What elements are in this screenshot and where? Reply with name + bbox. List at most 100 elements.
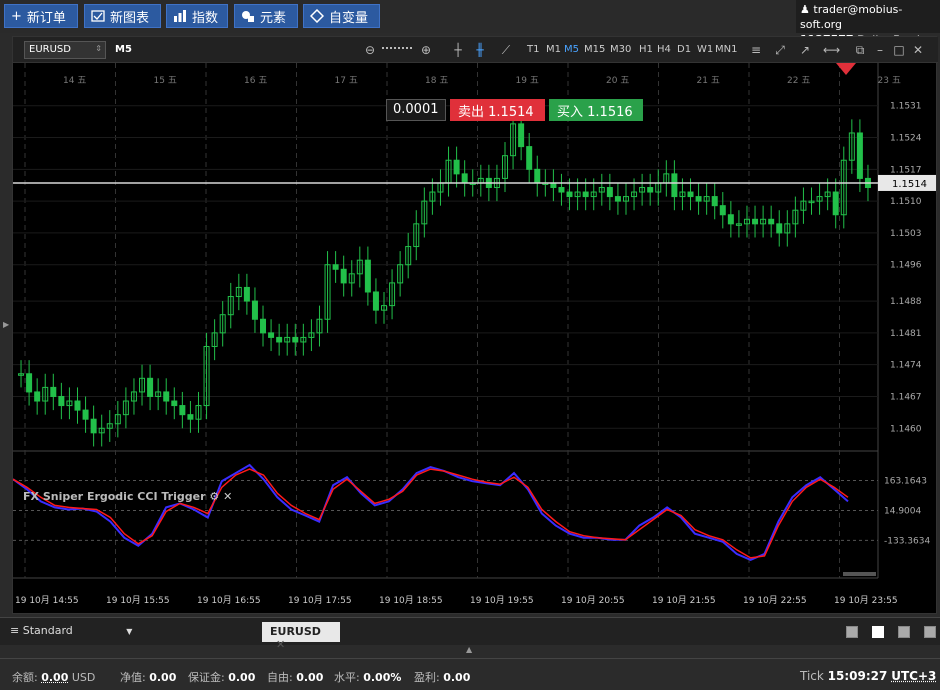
layout-grid-icon[interactable] (872, 626, 884, 638)
candle-body (647, 186, 654, 193)
account-info[interactable]: ♟ trader@mobius-soft.org 1137577 Dollar … (796, 0, 940, 46)
equity-label: 净值: (120, 671, 146, 684)
layout-selector[interactable]: ≡ Standard ▼ (10, 624, 132, 637)
timeframe-m30[interactable]: M30 (610, 44, 631, 55)
timeframe-h1[interactable]: H1 (639, 44, 653, 55)
time-axis-label: 19 10月 23:55 (834, 595, 898, 606)
quantity-input[interactable]: 0.0001 (386, 99, 446, 121)
zoom-slider[interactable] (382, 47, 412, 51)
timeframe-d1[interactable]: D1 (677, 44, 691, 55)
candle-body (832, 191, 839, 216)
timezone[interactable]: UTC+3 (891, 669, 936, 683)
zoom-in-icon[interactable]: ⊕ (419, 43, 433, 57)
elements-button[interactable]: 元素 (234, 4, 298, 28)
horizontal-line-icon[interactable]: ⟷ (823, 43, 840, 57)
new-chart-button[interactable]: 新图表 (84, 4, 161, 28)
maximize-icon[interactable]: □ (892, 43, 906, 57)
chart-plot-area[interactable]: 14 五 15 五 16 五 17 五 18 五 19 五 20 五 21 五 22 五 23 五… (12, 63, 938, 615)
draw-line-icon[interactable]: ⤢ (773, 43, 787, 57)
time-axis-label: 19 10月 16:55 (197, 595, 261, 606)
chart-window: EURUSD ⇕ M5 ⊖ ⊕ ┼ ╫ ⟋ T1 M1 M5 M15 M30 H1 H4 D1 W… (12, 36, 938, 615)
variables-button[interactable]: 自变量 (303, 4, 380, 28)
bottom-bar: ≡ Standard ▼ EURUSD ✕ (0, 617, 940, 651)
remove-indicator-icon[interactable]: ✕ (223, 490, 232, 503)
detach-icon[interactable]: ⧉ (853, 43, 867, 57)
timeframe-m15[interactable]: M15 (584, 44, 605, 55)
crosshair-icon[interactable]: ┼ (451, 43, 465, 57)
timeframe-w1[interactable]: W1 (697, 44, 713, 55)
candle-body (558, 186, 565, 193)
timeframe-mn1[interactable]: MN1 (715, 44, 737, 55)
indicators-button[interactable]: 指数 (166, 4, 228, 28)
time-axis-label: 19 10月 15:55 (106, 595, 170, 606)
layout-rows-icon[interactable] (924, 626, 936, 638)
candle-body (74, 400, 81, 411)
price-tick-label: 1.1496 (890, 261, 922, 271)
cci-line (12, 463, 849, 561)
stepper-arrows-icon: ⇕ (95, 44, 102, 53)
layout-single-icon[interactable] (846, 626, 858, 638)
chart-check-icon (91, 10, 105, 22)
horizontal-scrollbar[interactable] (843, 572, 876, 576)
candle-body (147, 377, 154, 397)
arrow-icon[interactable]: ↗ (798, 43, 812, 57)
timeframe-m1[interactable]: M1 (546, 44, 561, 55)
day-label: 21 五 (697, 76, 720, 86)
gear-icon[interactable]: ⚙ (209, 490, 219, 503)
sell-button[interactable]: 卖出 1.1514 (450, 99, 545, 121)
free-label: 自由: (267, 671, 293, 684)
elements-label: 元素 (260, 10, 287, 26)
time-axis-label: 19 10月 19:55 (470, 595, 534, 606)
candle-body (251, 300, 258, 320)
timeframe-m5[interactable]: M5 (564, 44, 579, 55)
zoom-out-icon[interactable]: ⊖ (363, 43, 377, 57)
layout-columns-icon[interactable] (898, 626, 910, 638)
candle-body (606, 186, 613, 198)
day-label: 18 五 (425, 76, 448, 86)
candle-body (26, 373, 33, 393)
status-bar: 余额: 0.00 USD 净值: 0.00 保证金: 0.00 自由: 0.00… (0, 658, 940, 690)
candle-body (187, 414, 194, 420)
candle-body (243, 286, 250, 302)
margin-label: 保证金: (188, 671, 225, 684)
close-icon[interactable]: ✕ (911, 43, 925, 57)
candle-body (534, 168, 541, 184)
line-chart-icon[interactable]: ⟋ (499, 43, 513, 57)
candlestick-icon[interactable]: ╫ (473, 43, 487, 57)
candle-body (671, 173, 678, 198)
tab-eurusd[interactable]: EURUSD ✕ (262, 622, 340, 651)
indicator-tick-label: 14.9004 (884, 506, 921, 516)
panel-expand-arrow-icon[interactable]: ▶ (3, 320, 9, 329)
symbol-selector[interactable]: EURUSD ⇕ (24, 41, 106, 59)
timeframe-h4[interactable]: H4 (657, 44, 671, 55)
candle-body (856, 132, 863, 179)
price-tick-label: 1.1460 (890, 424, 922, 434)
margin: 保证金: 0.00 (188, 669, 255, 685)
margin-level: 水平: 0.00% (334, 669, 401, 685)
candle-body (687, 191, 694, 198)
balance: 余额: 0.00 USD (12, 669, 95, 685)
minimize-icon[interactable]: – (873, 43, 887, 57)
candle-body (179, 405, 186, 416)
time-value: 15:09:27 (827, 669, 888, 683)
layout-name: Standard (22, 624, 73, 637)
candle-body (582, 191, 589, 198)
candle-body (276, 336, 283, 343)
balance-label: 余额: (12, 671, 38, 684)
menu-icon: ≡ (10, 624, 20, 637)
buy-button[interactable]: 买入 1.1516 (549, 99, 643, 121)
expand-panel-icon[interactable]: ▲ (466, 645, 472, 654)
timeframe-t1[interactable]: T1 (527, 44, 539, 55)
indicator-tick-label: -133.3634 (884, 536, 930, 546)
indicator-name: FX Sniper Ergodic CCI Trigger (23, 490, 206, 503)
day-label: 20 五 (606, 76, 629, 86)
fit-icon[interactable]: ≡ (749, 43, 763, 57)
tab-close-icon[interactable]: ✕ (276, 638, 285, 651)
candle-body (82, 409, 89, 420)
candle-body (719, 205, 726, 216)
indicator-title: FX Sniper Ergodic CCI Trigger ⚙ ✕ (23, 490, 232, 503)
account-user-email: trader@mobius-soft.org (800, 3, 903, 31)
level-value: 0.00% (363, 671, 402, 684)
new-order-button[interactable]: + 新订单 (4, 4, 78, 28)
level-label: 水平: (334, 671, 360, 684)
